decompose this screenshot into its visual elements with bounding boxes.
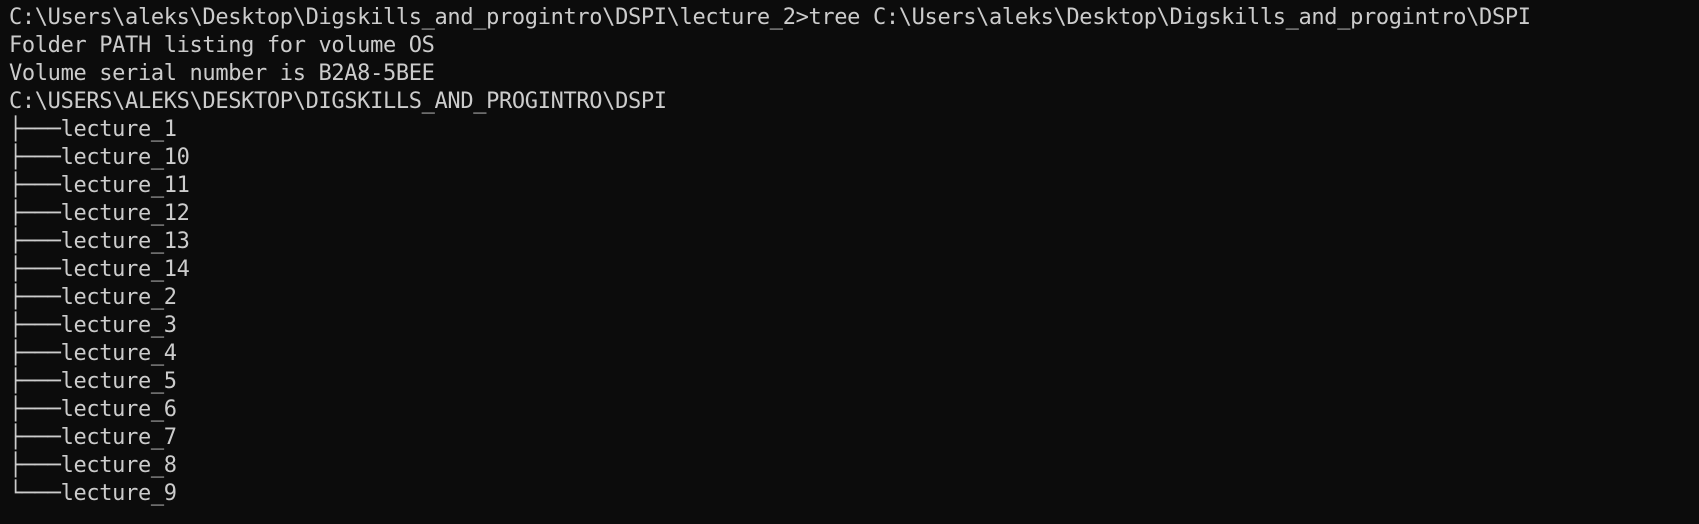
folder-name: lecture_7	[60, 425, 177, 450]
tree-branch: ├───	[9, 145, 61, 170]
tree-branch: ├───	[9, 453, 61, 478]
folder-name: lecture_2	[60, 285, 177, 310]
tree-entry: ├───lecture_10	[9, 144, 1699, 172]
folder-name: lecture_13	[60, 229, 190, 254]
tree-branch: └───	[9, 481, 61, 506]
command-line: C:\Users\aleks\Desktop\Digskills_and_pro…	[9, 5, 1531, 30]
volume-label-line: Folder PATH listing for volume OS	[9, 33, 435, 58]
tree-entry: ├───lecture_2	[9, 284, 1699, 312]
tree-entry-last: └───lecture_9	[9, 480, 1699, 508]
tree-branch: ├───	[9, 285, 61, 310]
tree-branch: ├───	[9, 425, 61, 450]
tree-branch: ├───	[9, 369, 61, 394]
tree-entry: ├───lecture_3	[9, 312, 1699, 340]
tree-entry: ├───lecture_8	[9, 452, 1699, 480]
tree-branch: ├───	[9, 257, 61, 282]
tree-entry: ├───lecture_5	[9, 368, 1699, 396]
tree-entry: ├───lecture_7	[9, 424, 1699, 452]
tree-entry: ├───lecture_6	[9, 396, 1699, 424]
tree-entry: ├───lecture_11	[9, 172, 1699, 200]
folder-name: lecture_14	[60, 257, 190, 282]
folder-name: lecture_9	[60, 481, 177, 506]
folder-name: lecture_11	[60, 173, 190, 198]
folder-name: lecture_12	[60, 201, 190, 226]
folder-name: lecture_1	[60, 117, 177, 142]
tree-branch: ├───	[9, 201, 61, 226]
folder-name: lecture_10	[60, 145, 190, 170]
terminal-window[interactable]: C:\Users\aleks\Desktop\Digskills_and_pro…	[0, 0, 1699, 524]
tree-branch: ├───	[9, 229, 61, 254]
folder-name: lecture_8	[60, 453, 177, 478]
tree-branch: ├───	[9, 397, 61, 422]
tree-branch: ├───	[9, 173, 61, 198]
folder-name: lecture_3	[60, 313, 177, 338]
tree-branch: ├───	[9, 341, 61, 366]
tree-branch: ├───	[9, 313, 61, 338]
folder-name: lecture_4	[60, 341, 177, 366]
serial-number-line: Volume serial number is B2A8-5BEE	[9, 61, 435, 86]
tree-entry: ├───lecture_12	[9, 200, 1699, 228]
folder-name: lecture_5	[60, 369, 177, 394]
tree-entry: ├───lecture_13	[9, 228, 1699, 256]
folder-name: lecture_6	[60, 397, 177, 422]
tree-branch: ├───	[9, 117, 61, 142]
tree-entry: ├───lecture_4	[9, 340, 1699, 368]
root-path-line: C:\USERS\ALEKS\DESKTOP\DIGSKILLS_AND_PRO…	[9, 89, 667, 114]
tree-entry: ├───lecture_14	[9, 256, 1699, 284]
tree-entry: ├───lecture_1	[9, 116, 1699, 144]
